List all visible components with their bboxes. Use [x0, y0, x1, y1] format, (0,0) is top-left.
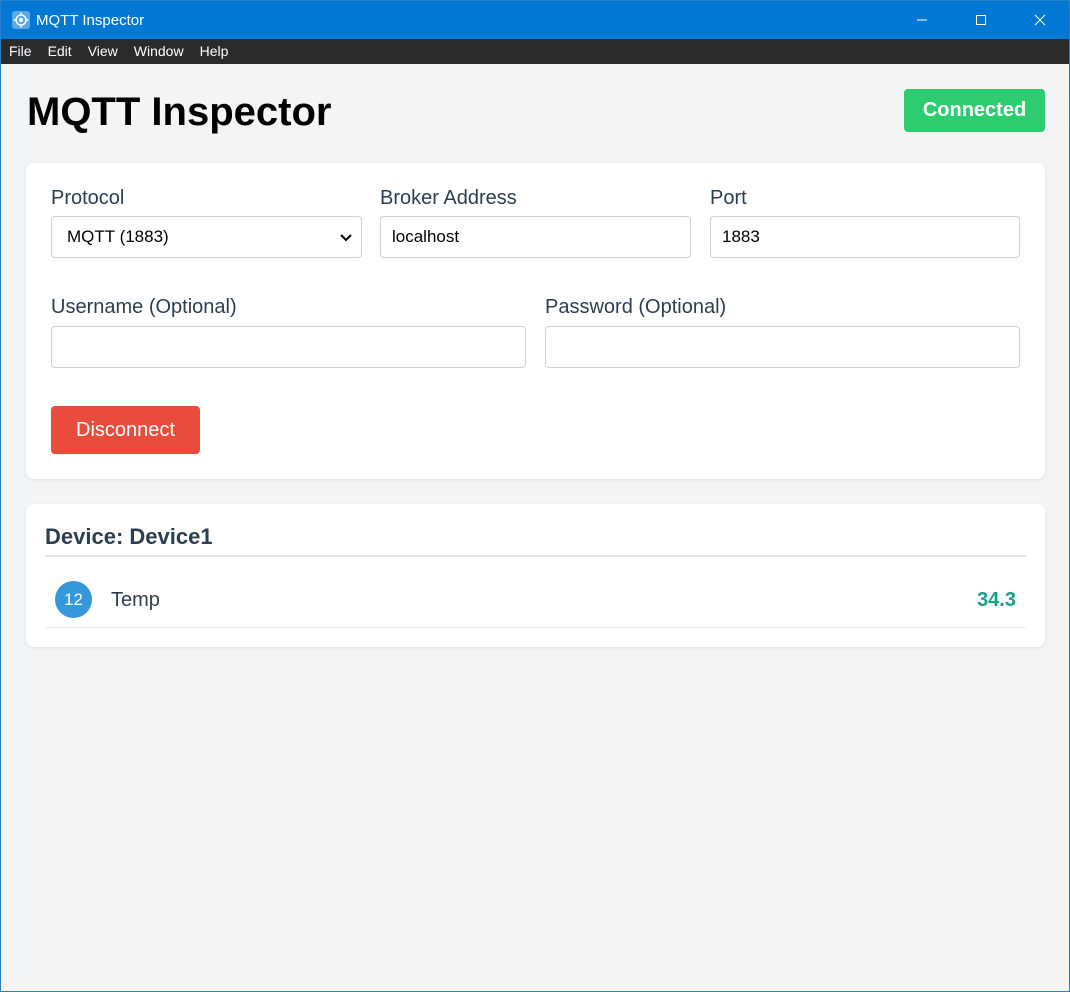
close-button[interactable] — [1010, 1, 1069, 39]
menu-file[interactable]: File — [1, 39, 40, 64]
app-window: MQTT Inspector File Edit View Window Hel… — [0, 0, 1070, 992]
close-icon — [1034, 14, 1045, 26]
menu-window[interactable]: Window — [126, 39, 192, 64]
disconnect-button[interactable]: Disconnect — [51, 406, 200, 454]
broker-address-value: localhost — [392, 227, 460, 246]
title-bar: MQTT Inspector — [1, 1, 1069, 39]
protocol-select[interactable]: MQTT (1883) — [51, 216, 362, 258]
port-label: Port — [710, 187, 747, 209]
menu-bar: File Edit View Window Help — [1, 39, 1069, 64]
status-badge: Connected — [904, 89, 1045, 132]
maximize-button[interactable] — [951, 1, 1010, 39]
username-input[interactable] — [51, 326, 526, 368]
minimize-icon — [916, 19, 927, 21]
main-content: MQTT Inspector Connected Protocol MQTT (… — [1, 64, 1069, 647]
window-title: MQTT Inspector — [36, 11, 145, 29]
password-input[interactable] — [545, 326, 1020, 368]
port-value: 1883 — [722, 227, 760, 246]
protocol-label: Protocol — [51, 187, 125, 209]
connection-panel: Protocol MQTT (1883) Broker Address loca… — [26, 163, 1045, 479]
metric-id-badge: 12 — [55, 581, 92, 618]
username-label: Username (Optional) — [51, 296, 237, 318]
app-icon — [11, 10, 31, 30]
metric-row: 12 Temp 34.3 — [45, 557, 1026, 628]
page-title: MQTT Inspector — [27, 90, 332, 134]
menu-help[interactable]: Help — [192, 39, 237, 64]
device-panel: Device: Device1 12 Temp 34.3 — [26, 504, 1045, 647]
metric-value: 34.3 — [977, 589, 1016, 611]
maximize-icon — [975, 15, 986, 25]
chevron-down-icon — [340, 234, 352, 242]
broker-label: Broker Address — [380, 187, 517, 209]
device-title: Device: Device1 — [45, 524, 213, 549]
window-controls — [892, 1, 1069, 39]
protocol-select-value: MQTT (1883) — [67, 227, 169, 246]
password-label: Password (Optional) — [545, 296, 727, 318]
app-header: MQTT Inspector Connected — [26, 64, 1045, 162]
port-input[interactable]: 1883 — [710, 216, 1020, 258]
metric-name: Temp — [111, 589, 160, 611]
broker-address-input[interactable]: localhost — [380, 216, 691, 258]
menu-edit[interactable]: Edit — [40, 39, 80, 64]
minimize-button[interactable] — [892, 1, 951, 39]
menu-view[interactable]: View — [80, 39, 126, 64]
